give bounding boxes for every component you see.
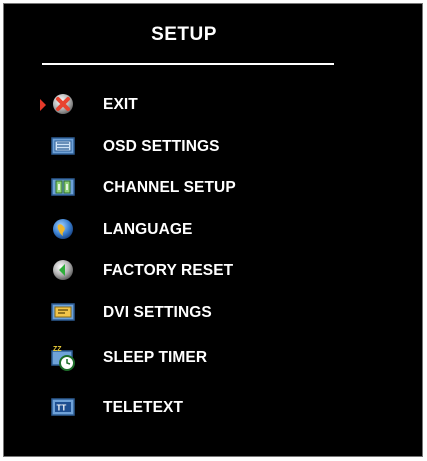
selection-arrow-icon xyxy=(40,99,46,111)
menu-item-label: OSD SETTINGS xyxy=(103,138,220,155)
teletext-icon: TT xyxy=(50,395,76,419)
menu-item-factory-reset[interactable]: FACTORY RESET xyxy=(40,257,290,285)
menu-item-label: SLEEP TIMER xyxy=(103,349,208,366)
menu-item-label: TELETEXT xyxy=(103,399,184,416)
menu-item-osd-settings[interactable]: OSD SETTINGS xyxy=(40,133,290,161)
factory-reset-icon xyxy=(50,258,76,282)
channel-setup-icon xyxy=(50,175,76,199)
menu-item-language[interactable]: LANGUAGE xyxy=(40,216,290,244)
dvi-settings-icon xyxy=(50,300,76,324)
menu-item-exit[interactable]: EXIT xyxy=(40,91,290,119)
menu-item-label: DVI SETTINGS xyxy=(103,304,212,321)
sleep-timer-icon: ZZ xyxy=(50,345,76,371)
language-globe-icon xyxy=(50,217,76,241)
menu-item-label: LANGUAGE xyxy=(103,221,193,238)
menu-item-label: FACTORY RESET xyxy=(103,262,234,279)
osd-settings-icon xyxy=(50,134,76,158)
setup-menu-panel: SETUP EXIT OSD SETTINGS CHANNEL SETUP LA… xyxy=(3,3,423,457)
svg-text:TT: TT xyxy=(57,404,67,413)
menu-item-dvi-settings[interactable]: DVI SETTINGS xyxy=(40,299,290,327)
menu-item-channel-setup[interactable]: CHANNEL SETUP xyxy=(40,174,290,202)
title-divider xyxy=(42,63,334,65)
menu-item-teletext[interactable]: TT TELETEXT xyxy=(40,394,290,422)
menu-item-label: CHANNEL SETUP xyxy=(103,179,236,196)
exit-icon xyxy=(50,92,76,116)
svg-text:ZZ: ZZ xyxy=(53,346,62,353)
menu-item-sleep-timer[interactable]: ZZ SLEEP TIMER xyxy=(40,344,290,372)
menu-title: SETUP xyxy=(151,24,217,45)
menu-item-label: EXIT xyxy=(103,96,138,113)
